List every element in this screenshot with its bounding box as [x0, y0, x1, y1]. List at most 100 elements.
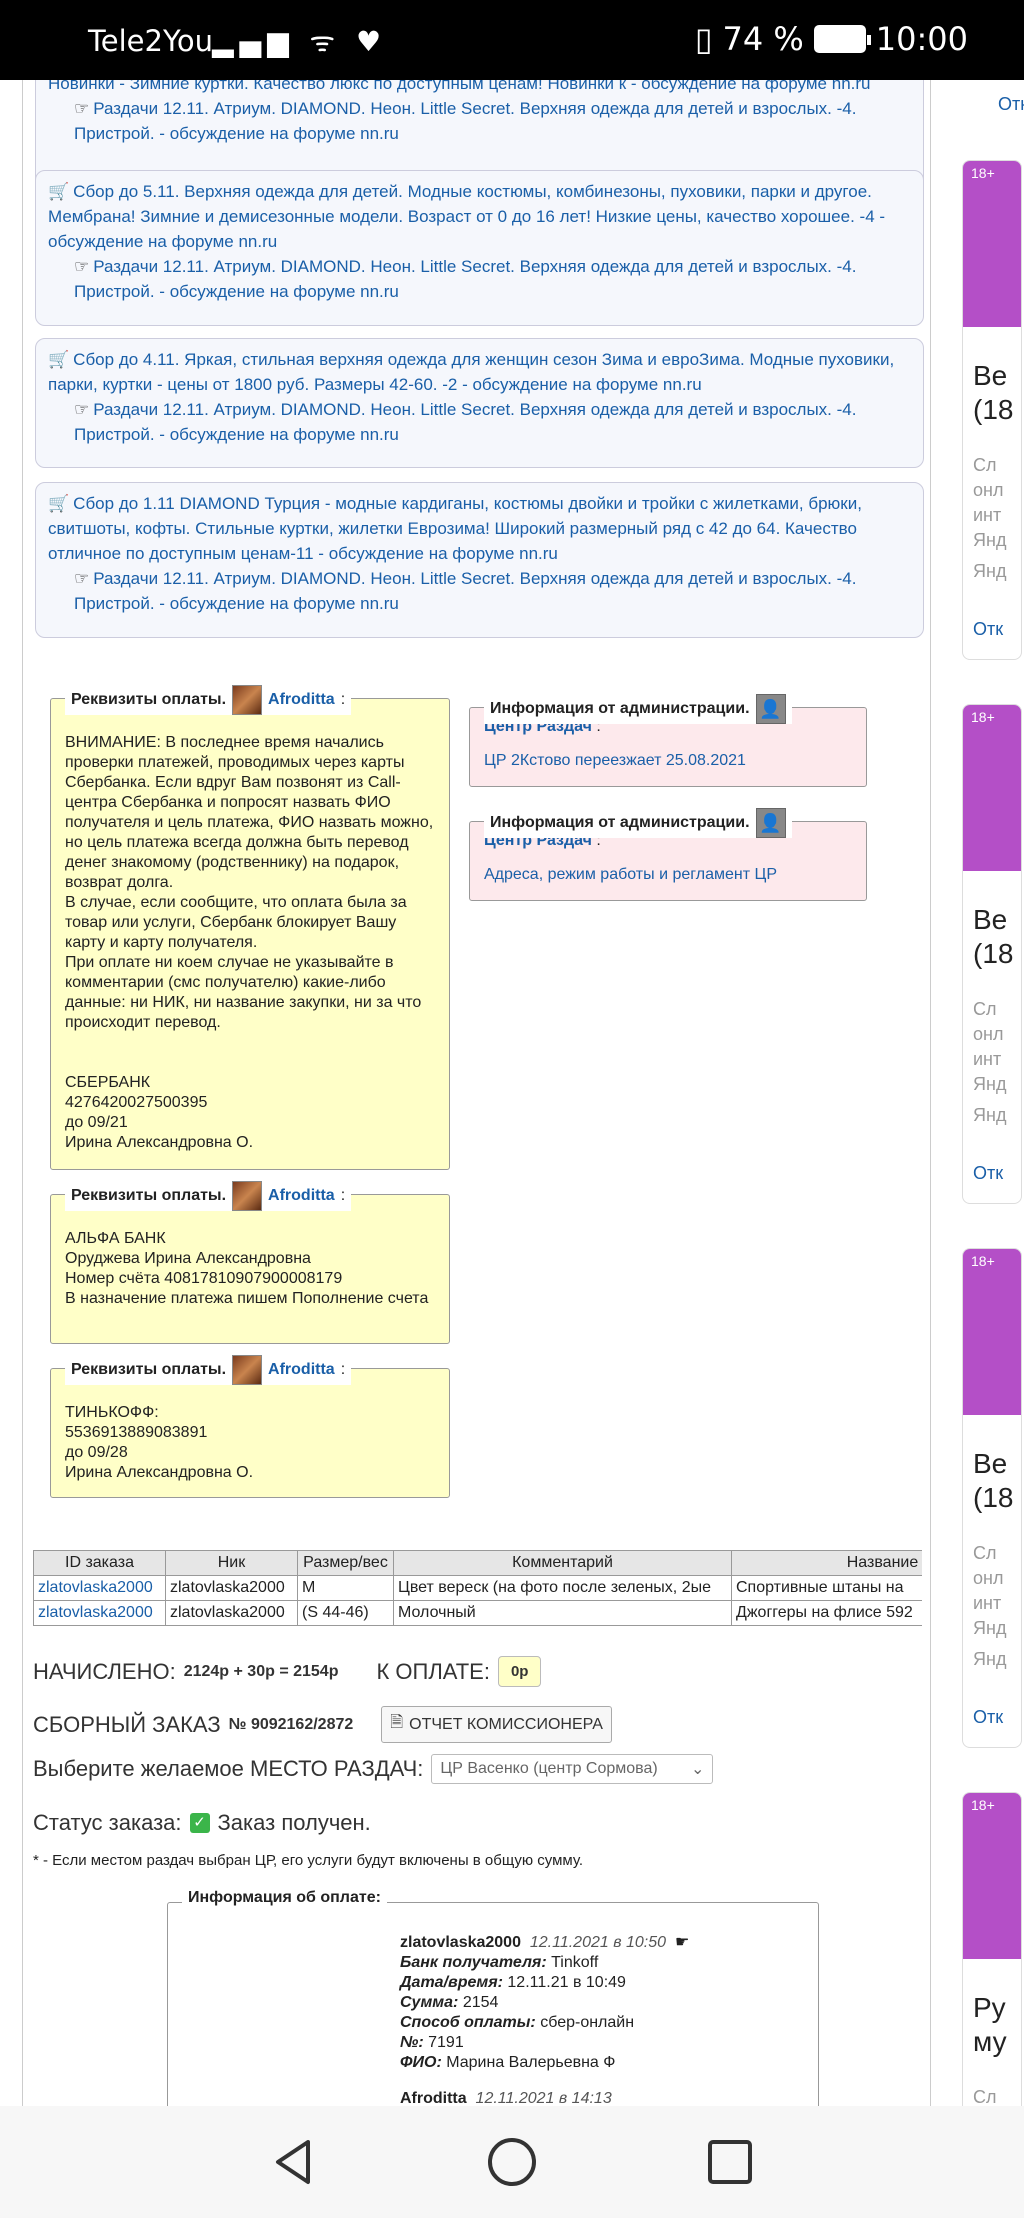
- place-select[interactable]: ЦР Васенко (центр Сормова) ⌄: [431, 1754, 714, 1784]
- ad-title: (18: [973, 1482, 1014, 1513]
- payment-details-box: Реквизиты оплаты. Afroditta: ТИНЬКОФФ: 55…: [50, 1355, 450, 1498]
- age-badge: 18+: [971, 165, 995, 181]
- charged-line: НАЧИСЛЕНО: 2124р + 30р = 2154р К ОПЛАТЕ:…: [33, 1656, 542, 1687]
- battery-icon: [813, 25, 871, 53]
- avatar: [232, 1181, 263, 1211]
- purchase-link[interactable]: Сбор до 4.11. Яркая, стильная верхняя од…: [48, 350, 894, 394]
- payment-text: АЛЬФА БАНК Оруджева Ирина Александровна …: [65, 1230, 429, 1307]
- order-line: СБОРНЫЙ ЗАКАЗ № 9092162/2872 🗎 ОТЧЕТ КОМИ…: [33, 1706, 612, 1743]
- pay-field-value: 7191: [428, 2034, 464, 2051]
- payment-text: ВНИМАНИЕ: В последнее время начались про…: [65, 734, 434, 1151]
- payment-info-box: Информация об оплате: zlatovlaska2000 12…: [167, 1889, 819, 2106]
- ad-text: Сл: [973, 1543, 997, 1563]
- topay-label: К ОПЛАТЕ:: [376, 1658, 490, 1684]
- pay-date: 12.11.2021 в 10:50: [529, 1934, 667, 1951]
- table-row: zlatovlaska2000 zlatovlaska2000 (S 44-46…: [33, 1600, 922, 1626]
- ad-image: 18+: [963, 705, 1021, 871]
- age-badge: 18+: [971, 1797, 995, 1813]
- table-row: zlatovlaska2000 zlatovlaska2000 M Цвет в…: [33, 1575, 922, 1601]
- report-button-label: ОТЧЕТ КОМИССИОНЕРА: [409, 1715, 603, 1733]
- ad-link[interactable]: Отк: [973, 619, 1003, 640]
- ad-image: 18+: [963, 1793, 1021, 1959]
- status-value: Заказ получен.: [217, 1810, 371, 1835]
- main-content: Новинки - Зимние куртки. Качество люкс п…: [22, 80, 931, 2106]
- table-cell: Молочный: [393, 1600, 732, 1626]
- charged-value: 2124р + 30р = 2154р: [183, 1662, 339, 1680]
- sidebar-top-link[interactable]: Отк: [998, 94, 1024, 115]
- ad-link[interactable]: Отк: [973, 1163, 1003, 1184]
- ad-card[interactable]: 18+ Ве (18 Сл онл инт Янд Янд Отк: [962, 704, 1022, 1204]
- pay-field-label: №:: [400, 2034, 424, 2051]
- column-header[interactable]: Размер/вес: [297, 1550, 394, 1576]
- admin-message-link[interactable]: Адреса, режим работы и регламент ЦР: [484, 866, 777, 883]
- status-line: Статус заказа: ✓ Заказ получен.: [33, 1810, 371, 1836]
- user-link[interactable]: Afroditta: [268, 1361, 335, 1379]
- purchase-link[interactable]: Сбор до 5.11. Верхняя одежда для детей. …: [48, 182, 885, 251]
- ad-text: Янд: [973, 530, 1007, 550]
- purchase-link[interactable]: Сбор до 1.11 DIAMOND Турция - модные кар…: [48, 494, 862, 563]
- purchase-card[interactable]: 🛒 Сбор до 1.11 DIAMOND Турция - модные ка…: [35, 482, 924, 638]
- purchase-link[interactable]: Новинки - Зимние куртки. Качество люкс п…: [48, 80, 870, 93]
- order-label: СБОРНЫЙ ЗАКАЗ: [33, 1711, 221, 1737]
- check-icon: ✓: [189, 1813, 210, 1833]
- ad-image: 18+: [963, 1249, 1021, 1415]
- carrier-name: Tele2You: [88, 24, 213, 58]
- battery-percent: 74 %: [722, 20, 804, 58]
- ad-text: Янд: [973, 1649, 1007, 1669]
- pointing-hand-icon: ☞: [74, 569, 90, 588]
- pointing-hand-icon: ☞: [74, 400, 90, 419]
- ad-text: Сл: [973, 455, 997, 475]
- distribution-link[interactable]: Раздачи 12.11. Атриум. DIAMOND. Неон. Li…: [74, 569, 856, 613]
- table-cell: zlatovlaska2000: [165, 1600, 298, 1626]
- ad-text: Янд: [973, 1074, 1007, 1094]
- ad-title: Ве: [973, 904, 1008, 935]
- payment-info-legend: Информация об оплате:: [182, 1889, 387, 1907]
- ad-text: Янд: [973, 561, 1007, 581]
- avatar: [232, 685, 263, 715]
- purchase-card[interactable]: 🛒 Сбор до 5.11. Верхняя одежда для детей.…: [35, 170, 924, 326]
- ad-text: инт: [973, 1593, 1002, 1613]
- place-line: Выберите желаемое МЕСТО РАЗДАЧ: ЦР Васен…: [33, 1754, 714, 1784]
- order-id-link[interactable]: zlatovlaska2000: [38, 1604, 153, 1621]
- order-id-link[interactable]: zlatovlaska2000: [38, 1579, 153, 1596]
- column-header[interactable]: Название: [731, 1550, 922, 1576]
- table-cell: Спортивные штаны на: [731, 1575, 922, 1601]
- ad-text: онл: [973, 1024, 1004, 1044]
- ad-card[interactable]: 18+ Ве (18 Сл онл инт Янд Янд Отк: [962, 160, 1022, 660]
- pointing-hand-icon[interactable]: ☛: [675, 1934, 689, 1951]
- ad-title: Ве: [973, 1448, 1008, 1479]
- ad-text: Сл: [973, 999, 997, 1019]
- ad-card[interactable]: 18+ Ру му Сл: [962, 1792, 1022, 2122]
- report-button[interactable]: 🗎 ОТЧЕТ КОМИССИОНЕРА: [381, 1706, 612, 1743]
- pay-field-label: Способ оплаты:: [400, 2014, 536, 2031]
- ad-card[interactable]: 18+ Ве (18 Сл онл инт Янд Янд Отк: [962, 1248, 1022, 1748]
- column-header[interactable]: Комментарий: [393, 1550, 732, 1576]
- place-label: Выберите желаемое МЕСТО РАЗДАЧ:: [33, 1756, 424, 1781]
- column-header[interactable]: Ник: [165, 1550, 298, 1576]
- payer-nick: zlatovlaska2000: [400, 1934, 521, 1951]
- orders-table-wrap[interactable]: ID заказа Ник Размер/вес Комментарий Наз…: [33, 1550, 922, 1626]
- user-link[interactable]: Afroditta: [268, 691, 335, 709]
- column-header[interactable]: ID заказа: [33, 1550, 166, 1576]
- pointing-hand-icon: ☞: [74, 257, 90, 276]
- clock: 10:00: [875, 20, 968, 58]
- ad-link[interactable]: Отк: [973, 1707, 1003, 1728]
- ad-text: инт: [973, 505, 1002, 525]
- admin-message-link[interactable]: ЦР 2Кстово переезжает 25.08.2021: [484, 752, 746, 769]
- signal-wifi-icons: ▂▄▆ ᯤ ♥: [212, 25, 388, 58]
- ad-sidebar: Отк 18+ Ве(18 СлонлинтЯнд Янд Отк 18+ Ве…: [962, 80, 1024, 2122]
- admin-legend: Информация от администрации.: [490, 814, 750, 831]
- table-cell: Джоггеры на флисе 592: [731, 1600, 922, 1626]
- ad-title: (18: [973, 394, 1014, 425]
- recents-icon[interactable]: [704, 2136, 756, 2188]
- distribution-link[interactable]: Раздачи 12.11. Атриум. DIAMOND. Неон. Li…: [74, 400, 856, 444]
- payer-nick: Afroditta: [400, 2090, 467, 2106]
- age-badge: 18+: [971, 709, 995, 725]
- ad-title: Ру: [973, 1992, 1006, 2023]
- user-link[interactable]: Afroditta: [268, 1187, 335, 1205]
- back-icon[interactable]: [268, 2136, 320, 2188]
- distribution-link[interactable]: Раздачи 12.11. Атриум. DIAMOND. Неон. Li…: [74, 99, 856, 143]
- distribution-link[interactable]: Раздачи 12.11. Атриум. DIAMOND. Неон. Li…: [74, 257, 856, 301]
- home-icon[interactable]: [486, 2136, 538, 2188]
- purchase-card[interactable]: 🛒 Сбор до 4.11. Яркая, стильная верхняя о…: [35, 338, 924, 468]
